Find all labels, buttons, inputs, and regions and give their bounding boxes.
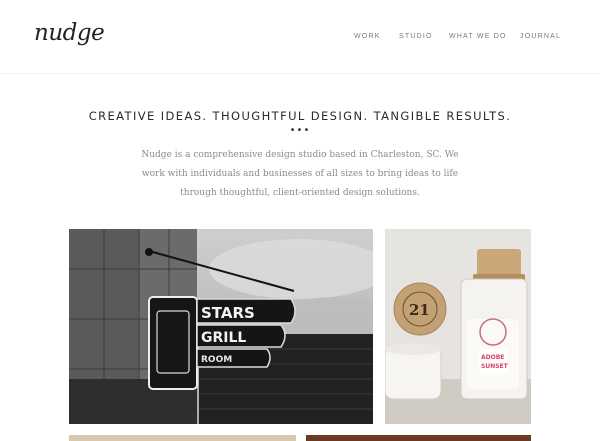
candle-label-line-2: SUNSET	[481, 363, 509, 370]
hero-tagline: CREATIVE IDEAS. THOUGHTFUL DESIGN. TANGI…	[88, 109, 512, 123]
hero-intro: Nudge is a comprehensive design studio b…	[141, 150, 459, 198]
portfolio-image-candle[interactable]: ADOBE SUNSET 21	[385, 229, 531, 424]
ellipsis-divider: •••	[289, 125, 311, 136]
logo[interactable]: nudge	[34, 20, 105, 46]
candle-illustration: ADOBE SUNSET 21	[385, 229, 531, 424]
nav-studio[interactable]: STUDIO	[399, 33, 433, 40]
cork-number: 21	[409, 301, 430, 319]
sign-line-2: GRILL	[201, 330, 246, 346]
portfolio-image-bottom-left[interactable]	[69, 435, 296, 441]
candle-label-line-1: ADOBE	[481, 354, 504, 361]
nav-journal[interactable]: JOURNAL	[520, 33, 561, 40]
portfolio-image-bottom-right[interactable]	[306, 435, 531, 441]
nav-work[interactable]: WORK	[354, 33, 381, 40]
portfolio-image-stars-grill[interactable]: STARS GRILL ROOM	[69, 229, 373, 424]
sign-line-3: ROOM	[201, 355, 232, 365]
stars-grill-illustration: STARS GRILL ROOM	[69, 229, 373, 424]
site-header: nudge WORK STUDIO WHAT WE DO JOURNAL	[0, 0, 600, 74]
nav-what-we-do[interactable]: WHAT WE DO	[449, 33, 507, 40]
sign-line-1: STARS	[201, 304, 255, 322]
